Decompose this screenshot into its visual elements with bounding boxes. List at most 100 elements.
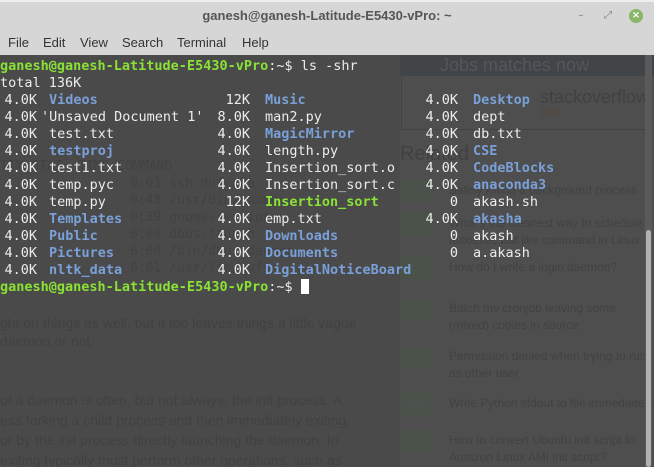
menu-help[interactable]: Help bbox=[242, 35, 269, 50]
ls-row: 4.0K test.txt 4.0K MagicMirror 4.0K db.txt bbox=[0, 126, 654, 143]
directory-name: nltk_data bbox=[49, 262, 123, 278]
prompt-user: ganesh@ganesh-Latitude-E5430-vPro bbox=[0, 58, 269, 74]
related-question-link: Permission denied when trying to run as … bbox=[449, 349, 647, 380]
directory-name: Public bbox=[49, 228, 98, 244]
vote-count: 1 bbox=[401, 346, 431, 368]
answer-text: ess forking a child process and then imm… bbox=[0, 412, 351, 428]
ls-row: 4.0K test1.txt 4.0K Insertion_sort.o 4.0K Cod… bbox=[0, 160, 654, 177]
directory-name: DigitalNoticeBoard bbox=[265, 262, 412, 278]
ls-row: 4.0K temp.py 12K Insertion_sort 0 akash.sh bbox=[0, 194, 654, 211]
command-text: ls -shr bbox=[292, 58, 358, 74]
answer-text: daemon or not. bbox=[0, 333, 95, 349]
file-size: 4.0K bbox=[4, 228, 37, 244]
file-name: a.akash bbox=[473, 245, 530, 261]
menu-view[interactable]: View bbox=[80, 35, 108, 50]
ls-row: 4.0K temp.pyc 4.0K Insertion_sort.c 4.0K anac… bbox=[0, 177, 654, 194]
directory-name: anaconda3 bbox=[473, 177, 547, 193]
file-size: 0 bbox=[449, 194, 458, 210]
file-name: Insertion_sort.o bbox=[265, 160, 396, 176]
related-question-link: Batch mv cronjob leaving some (mixed) co… bbox=[449, 301, 616, 332]
file-size: 0 bbox=[449, 228, 458, 244]
file-size: 4.0K bbox=[217, 126, 250, 142]
prompt-user: ganesh@ganesh-Latitude-E5430-vPro bbox=[0, 279, 269, 295]
directory-name: CodeBlocks bbox=[473, 160, 555, 176]
directory-name: testproj bbox=[49, 143, 115, 159]
prompt-line[interactable]: ganesh@ganesh-Latitude-E5430-vPro:~$ bbox=[0, 279, 654, 296]
menu-edit[interactable]: Edit bbox=[43, 35, 65, 50]
file-size: 4.0K bbox=[217, 245, 250, 261]
file-size: 4.0K bbox=[4, 160, 37, 176]
terminal-area[interactable]: Jobs matches now stackoverflow JOBS Relat… bbox=[0, 55, 654, 467]
ls-row: 4.0K nltk_data 4.0K DigitalNoticeBoard bbox=[0, 262, 654, 279]
total-line: total 136K bbox=[0, 75, 654, 92]
vote-count: 3 bbox=[401, 430, 431, 452]
total-text: total 136K bbox=[0, 75, 82, 91]
directory-name: Pictures bbox=[49, 245, 115, 261]
directory-name: Downloads bbox=[265, 228, 339, 244]
file-size: 4.0K bbox=[4, 143, 37, 159]
directory-name: Templates bbox=[49, 211, 123, 227]
file-size: 12K bbox=[225, 194, 250, 210]
ls-row: 4.0K testproj 4.0K length.py 4.0K CSE bbox=[0, 143, 654, 160]
directory-name: akasha bbox=[473, 211, 522, 227]
file-size: 4.0K bbox=[425, 109, 458, 125]
file-size: 4.0K bbox=[4, 177, 37, 193]
file-size: 4.0K bbox=[217, 160, 250, 176]
file-size: 4.0K bbox=[217, 262, 250, 278]
minimize-button[interactable]: – bbox=[574, 9, 588, 23]
related-question-link: Write Python stdout to file immediately bbox=[449, 396, 653, 410]
file-size: 4.0K bbox=[4, 109, 37, 125]
file-name: akash bbox=[473, 228, 514, 244]
file-name: dept bbox=[473, 109, 506, 125]
file-size: 4.0K bbox=[4, 126, 37, 142]
window-title: ganesh@ganesh-Latitude-E5430-vPro: ~ bbox=[202, 8, 452, 23]
answer-text: or by the init process directly launchin… bbox=[0, 432, 339, 448]
file-name: db.txt bbox=[473, 126, 522, 142]
file-size: 4.0K bbox=[217, 211, 250, 227]
directory-name: MagicMirror bbox=[265, 126, 355, 142]
answer-text: exiting typically must perform other ope… bbox=[0, 452, 342, 467]
answer-text: of a daemon is often, but not always, th… bbox=[0, 392, 343, 408]
file-name: man2.py bbox=[265, 109, 322, 125]
file-size: 4.0K bbox=[425, 126, 458, 142]
ls-row: 4.0K Videos 12K Music 4.0K Desktop bbox=[0, 92, 654, 109]
file-name: emp.txt bbox=[265, 211, 322, 227]
file-size: 4.0K bbox=[425, 92, 458, 108]
cursor bbox=[300, 279, 309, 294]
file-name: temp.py bbox=[49, 194, 106, 210]
ls-row: 4.0K Pictures 4.0K Documents 0 a.akash bbox=[0, 245, 654, 262]
file-name: 'Unsaved Document 1' bbox=[41, 109, 204, 125]
directory-name: Documents bbox=[265, 245, 339, 261]
title-bar: ganesh@ganesh-Latitude-E5430-vPro: ~ – ⤢… bbox=[0, 0, 654, 30]
terminal-output: ganesh@ganesh-Latitude-E5430-vPro:~$ ls … bbox=[0, 58, 654, 296]
file-name: Insertion_sort.c bbox=[265, 177, 396, 193]
menu-search[interactable]: Search bbox=[122, 35, 163, 50]
directory-name: Music bbox=[265, 92, 306, 108]
menu-terminal[interactable]: Terminal bbox=[177, 35, 226, 50]
ls-row: 4.0K 'Unsaved Document 1' 8.0K man2.py 4.0K d… bbox=[0, 109, 654, 126]
maximize-button[interactable]: ⤢ bbox=[601, 9, 615, 23]
file-size: 4.0K bbox=[4, 92, 37, 108]
file-size: 4.0K bbox=[217, 228, 250, 244]
ls-row: 4.0K Templates 4.0K emp.txt 4.0K akasha bbox=[0, 211, 654, 228]
file-size: 8.0K bbox=[217, 109, 250, 125]
vote-count: 2 bbox=[401, 298, 431, 320]
file-name: akash.sh bbox=[473, 194, 539, 210]
prompt-path: :~$ bbox=[268, 279, 293, 295]
directory-name: Videos bbox=[49, 92, 98, 108]
file-size: 4.0K bbox=[4, 262, 37, 278]
file-size: 12K bbox=[225, 92, 250, 108]
file-name: test.txt bbox=[49, 126, 115, 142]
file-size: 4.0K bbox=[4, 245, 37, 261]
answer-text: ght on things as well, but it too leaves… bbox=[0, 315, 357, 331]
menu-bar: File Edit View Search Terminal Help bbox=[0, 30, 654, 55]
file-size: 4.0K bbox=[217, 143, 250, 159]
ls-row: 4.0K Public 4.0K Downloads 0 akash bbox=[0, 228, 654, 245]
directory-name: CSE bbox=[473, 143, 498, 159]
menu-file[interactable]: File bbox=[8, 35, 29, 50]
file-name: temp.pyc bbox=[49, 177, 115, 193]
file-size: 4.0K bbox=[217, 177, 250, 193]
file-name: length.py bbox=[265, 143, 339, 159]
close-button[interactable]: × bbox=[629, 9, 643, 23]
file-size: 0 bbox=[449, 245, 458, 261]
